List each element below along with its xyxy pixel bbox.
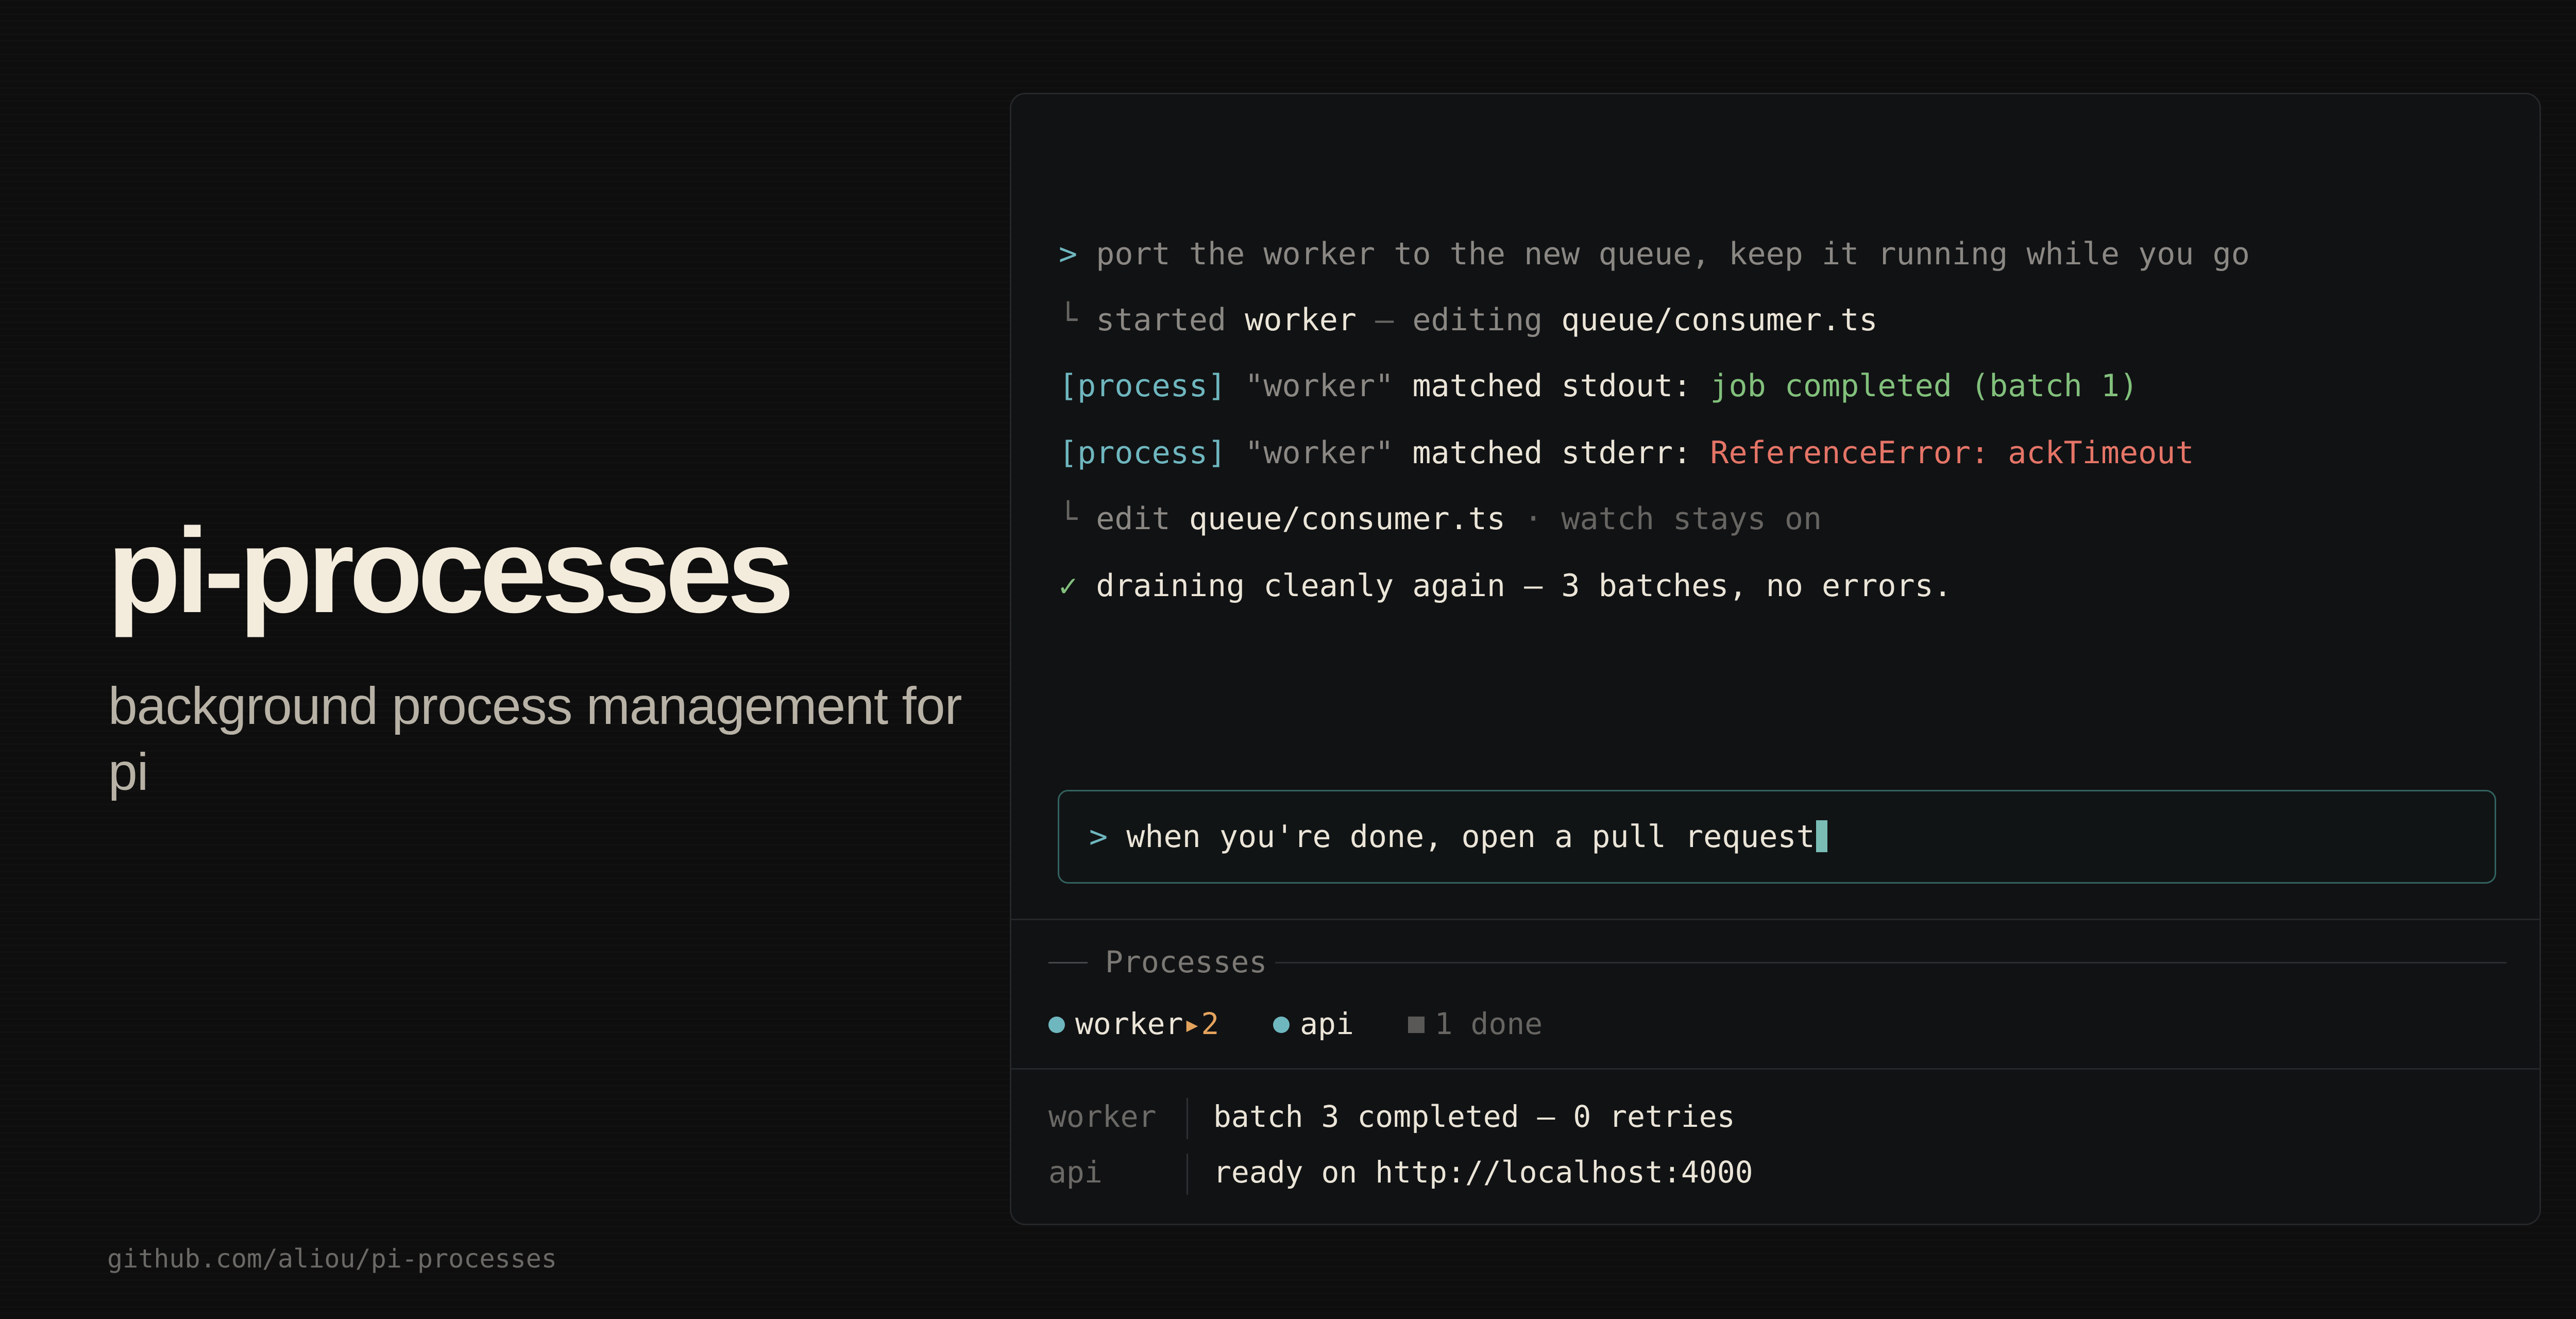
checkmark-icon: ✓ bbox=[1059, 568, 1078, 604]
repo-link[interactable]: github.com/aliou/pi-processes bbox=[107, 1244, 557, 1274]
log-message: ready on http://localhost:4000 bbox=[1213, 1155, 1753, 1190]
running-status-dot-icon bbox=[1048, 1017, 1065, 1033]
process-tag: [process] bbox=[1059, 368, 1227, 404]
step-note: watch stays on bbox=[1561, 501, 1822, 537]
step-verb: edit bbox=[1096, 501, 1171, 537]
processes-header: Processes bbox=[1048, 941, 2506, 983]
header-rule-lead bbox=[1048, 962, 1088, 963]
process-item-label: worker bbox=[1075, 1006, 1183, 1041]
prompt-chevron-icon: > bbox=[1089, 819, 1108, 855]
user-prompt-line: > port the worker to the new queue, keep… bbox=[1059, 233, 2250, 275]
process-tag: [process] bbox=[1059, 435, 1227, 471]
process-name: worker bbox=[1245, 302, 1357, 338]
process-event-stderr: [process] "worker" matched stderr: Refer… bbox=[1059, 432, 2194, 474]
step-action: editing bbox=[1412, 302, 1543, 338]
process-list: worker▸2 api 1 done bbox=[1048, 1003, 1543, 1044]
step-edit-line: └ edit queue/consumer.ts · watch stays o… bbox=[1059, 498, 1822, 539]
result-text: draining cleanly again — 3 batches, no e… bbox=[1096, 568, 1952, 604]
log-process-name: api bbox=[1048, 1155, 1103, 1190]
log-separator bbox=[1187, 1098, 1188, 1139]
divider bbox=[1011, 1068, 2539, 1070]
event-text: matched stderr: bbox=[1412, 435, 1692, 471]
stopped-square-icon bbox=[1408, 1017, 1425, 1033]
process-quoted-name: "worker" bbox=[1245, 435, 1394, 471]
header-rule bbox=[1275, 962, 2506, 963]
process-quoted-name: "worker" bbox=[1245, 368, 1394, 404]
process-item-done[interactable]: 1 done bbox=[1408, 1006, 1543, 1041]
process-event-stdout: [process] "worker" matched stdout: job c… bbox=[1059, 365, 2138, 407]
prompt-chevron-icon: > bbox=[1059, 236, 1078, 272]
processes-label: Processes bbox=[1105, 944, 1267, 979]
user-prompt-text: port the worker to the new queue, keep i… bbox=[1096, 236, 2250, 272]
log-row: worker batch 3 completed — 0 retries bbox=[1048, 1096, 1735, 1139]
middot-separator: · bbox=[1524, 501, 1543, 537]
branch-corner-icon: └ bbox=[1059, 302, 1078, 338]
step-dash: — bbox=[1375, 302, 1394, 338]
hero-panel: pi-processes background process manageme… bbox=[107, 0, 983, 1319]
page-title: pi-processes bbox=[107, 503, 794, 638]
prompt-input-content[interactable]: > when you're done, open a pull request bbox=[1089, 816, 1827, 857]
text-cursor bbox=[1816, 820, 1827, 852]
process-item-worker[interactable]: worker▸2 bbox=[1048, 1006, 1219, 1041]
log-row: api ready on http://localhost:4000 bbox=[1048, 1152, 1753, 1195]
step-started-line: └ started worker — editing queue/consume… bbox=[1059, 299, 1877, 341]
running-status-dot-icon bbox=[1273, 1017, 1290, 1033]
log-process-name: worker bbox=[1048, 1099, 1157, 1134]
log-message: batch 3 completed — 0 retries bbox=[1213, 1099, 1735, 1134]
process-item-label: 1 done bbox=[1434, 1006, 1543, 1041]
prompt-input[interactable]: > when you're done, open a pull request bbox=[1058, 790, 2496, 884]
log-separator bbox=[1187, 1154, 1188, 1195]
process-item-api[interactable]: api bbox=[1273, 1006, 1354, 1041]
stderr-message: ReferenceError: ackTimeout bbox=[1710, 435, 2194, 471]
page-subtitle: background process management for pi bbox=[108, 677, 962, 801]
result-line: ✓ draining cleanly again — 3 batches, no… bbox=[1059, 565, 1952, 606]
step-verb: started bbox=[1096, 302, 1227, 338]
prompt-input-value[interactable]: when you're done, open a pull request bbox=[1126, 819, 1815, 855]
restart-count-badge: ▸2 bbox=[1183, 1006, 1219, 1041]
branch-corner-icon: └ bbox=[1059, 501, 1078, 537]
process-item-label: api bbox=[1300, 1006, 1354, 1041]
file-path: queue/consumer.ts bbox=[1561, 302, 1878, 338]
terminal-window: > port the worker to the new queue, keep… bbox=[1010, 93, 2541, 1225]
file-path: queue/consumer.ts bbox=[1189, 501, 1505, 537]
event-text: matched stdout: bbox=[1412, 368, 1692, 404]
stdout-message: job completed (batch 1) bbox=[1710, 368, 2139, 404]
divider bbox=[1011, 919, 2539, 920]
